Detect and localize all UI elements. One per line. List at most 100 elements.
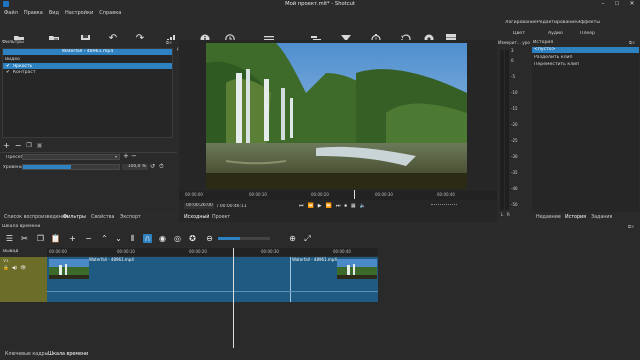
deselect-filter-icon[interactable]: ▣ xyxy=(37,142,43,149)
menu-file[interactable]: Файл xyxy=(4,10,18,16)
timeline-playhead[interactable] xyxy=(233,248,234,348)
tab-recent[interactable]: Недавние xyxy=(536,215,561,220)
loop-icon[interactable]: ⏹ xyxy=(344,203,347,209)
layout-color[interactable]: Цвет xyxy=(513,31,525,36)
menu-icon[interactable]: ☰ xyxy=(5,234,14,243)
overwrite-icon[interactable]: ⌄ xyxy=(114,234,123,243)
output-track-label: Вывод xyxy=(3,249,19,254)
ruler-label: 00:00:20 xyxy=(189,249,207,254)
layout-effects[interactable]: Эффекты xyxy=(577,20,600,25)
timeline-title: Шкала времени xyxy=(2,224,41,229)
filter-item[interactable]: ✔ Контраст xyxy=(3,69,172,75)
keyframe-icon[interactable]: ⏱ xyxy=(159,163,164,171)
copy-filter-icon[interactable]: ❐ xyxy=(26,142,31,149)
eye-icon[interactable]: 👁 xyxy=(20,266,26,271)
history-item[interactable]: Переместить клип xyxy=(532,62,639,67)
skip-next-icon[interactable]: ⏭ xyxy=(336,203,341,209)
split-icon[interactable]: ⫴ xyxy=(128,234,137,243)
close-button[interactable]: ✕ xyxy=(625,0,639,8)
zoom-out-icon[interactable]: ⊖ xyxy=(205,234,214,243)
fast-forward-icon[interactable]: ⏩ xyxy=(326,203,332,209)
panel-float-icon[interactable]: ⧉✕ xyxy=(628,224,634,229)
delete-preset-icon[interactable]: − xyxy=(131,152,137,160)
tab-jobs[interactable]: Задания xyxy=(591,215,612,220)
skip-previous-icon[interactable]: ⏮ xyxy=(299,203,304,209)
meter-tick: -10 xyxy=(511,90,518,95)
in-out-marker-icon[interactable] xyxy=(431,204,457,206)
meter-tick: 0 xyxy=(511,58,514,63)
rewind-icon[interactable]: ⏪ xyxy=(308,203,314,209)
remove-icon[interactable]: − xyxy=(84,234,93,243)
tab-source[interactable]: Исходный xyxy=(184,215,209,220)
tab-properties[interactable]: Свойства xyxy=(91,215,114,220)
panel-float-icon[interactable]: ⧉✕ xyxy=(629,40,635,45)
history-item[interactable]: <пусто> xyxy=(532,47,639,53)
timecode-position[interactable]: 00:00:26:00 xyxy=(184,203,214,209)
add-filter-icon[interactable]: + xyxy=(3,141,10,150)
ruler-label: 00:00:00 xyxy=(185,192,203,197)
lift-icon[interactable]: ⌃ xyxy=(100,234,109,243)
scrub-icon[interactable]: ◉ xyxy=(158,234,167,243)
tab-filters[interactable]: Фильтры xyxy=(63,215,86,220)
check-icon[interactable]: ✔ xyxy=(6,70,10,75)
minimize-button[interactable]: – xyxy=(597,0,609,8)
player-ruler[interactable]: 00:00:00 00:00:10 00:00:20 00:00:30 00:0… xyxy=(179,190,497,200)
grid-icon[interactable]: ▦ xyxy=(351,203,356,209)
check-icon[interactable]: ✔ xyxy=(6,64,10,69)
tab-keyframes[interactable]: Ключевые кадры xyxy=(5,352,48,357)
copy-icon[interactable]: ❐ xyxy=(36,234,45,243)
tab-playlist[interactable]: Список воспроизведения xyxy=(4,215,68,220)
clip-thumbnail xyxy=(337,259,377,279)
playhead-marker[interactable] xyxy=(354,190,355,199)
reset-icon[interactable]: ↺ xyxy=(150,163,155,170)
layout-audio[interactable]: Аудио xyxy=(548,31,563,36)
ruler-label: 00:00:30 xyxy=(261,249,279,254)
cut-icon[interactable]: ✂ xyxy=(20,234,29,243)
lock-icon[interactable]: 🔒 xyxy=(3,266,9,271)
menu-help[interactable]: Справка xyxy=(99,10,121,16)
paste-icon[interactable]: 📋 xyxy=(51,234,61,243)
filter-item-label: Контраст xyxy=(12,69,36,75)
zoom-slider[interactable] xyxy=(218,237,270,240)
tab-timeline[interactable]: Шкала времени xyxy=(48,352,88,357)
tab-project[interactable]: Проект xyxy=(212,215,230,220)
meter-bar-left xyxy=(500,50,504,210)
snap-icon[interactable]: ∩ xyxy=(143,234,152,243)
zoom-fit-icon[interactable]: ⤢ xyxy=(303,234,312,243)
app-icon xyxy=(3,1,9,7)
ripple-all-icon[interactable]: ✪ xyxy=(188,234,197,243)
level-value[interactable]: 100,0 % xyxy=(122,164,148,170)
preset-select[interactable]: ▾ xyxy=(22,154,120,160)
layout-editing[interactable]: Редактирование xyxy=(537,20,577,25)
video-frame[interactable] xyxy=(206,43,467,189)
tab-history[interactable]: История xyxy=(565,215,586,220)
history-item[interactable]: Разделить клип xyxy=(532,55,639,60)
level-label: Уровень xyxy=(3,165,23,170)
save-preset-icon[interactable]: + xyxy=(123,152,129,160)
clip-label[interactable]: Waterfall - 48961.mp4 xyxy=(292,257,337,262)
timeline-ruler[interactable]: 00:00:00 00:00:10 00:00:20 00:00:30 00:0… xyxy=(47,248,378,256)
meter-tick: -50 xyxy=(511,202,518,207)
menu-settings[interactable]: Настройки xyxy=(65,10,93,16)
append-icon[interactable]: + xyxy=(68,234,77,243)
track-header-v1[interactable]: V1 🔒 ◀) 👁 xyxy=(0,257,47,302)
maximize-button[interactable]: ☐ xyxy=(611,0,623,8)
ripple-icon[interactable]: ◎ xyxy=(173,234,182,243)
tab-export[interactable]: Экспорт xyxy=(120,215,141,220)
level-slider-fill xyxy=(23,165,71,169)
layout-switcher: Логирование Редактирование Эффекты Цвет … xyxy=(500,18,640,38)
clip-boundary[interactable] xyxy=(290,257,291,302)
layout-logging[interactable]: Логирование xyxy=(505,20,537,25)
mute-icon[interactable]: ◀) xyxy=(12,266,17,271)
clip-label[interactable]: Waterfall - 48961.mp4 xyxy=(89,257,134,262)
ruler-label: 00:00:40 xyxy=(333,249,351,254)
level-slider[interactable] xyxy=(22,164,120,170)
panel-float-icon[interactable]: ⧉✕ xyxy=(166,40,172,45)
layout-player[interactable]: Плеер xyxy=(580,31,595,36)
menu-view[interactable]: Вид xyxy=(49,10,59,16)
menu-edit[interactable]: Правка xyxy=(24,10,43,16)
play-icon[interactable]: ▶ xyxy=(318,203,322,209)
zoom-in-icon[interactable]: ⊕ xyxy=(288,234,297,243)
volume-icon[interactable]: 🔈 xyxy=(360,203,366,209)
remove-filter-icon[interactable]: − xyxy=(15,141,22,150)
